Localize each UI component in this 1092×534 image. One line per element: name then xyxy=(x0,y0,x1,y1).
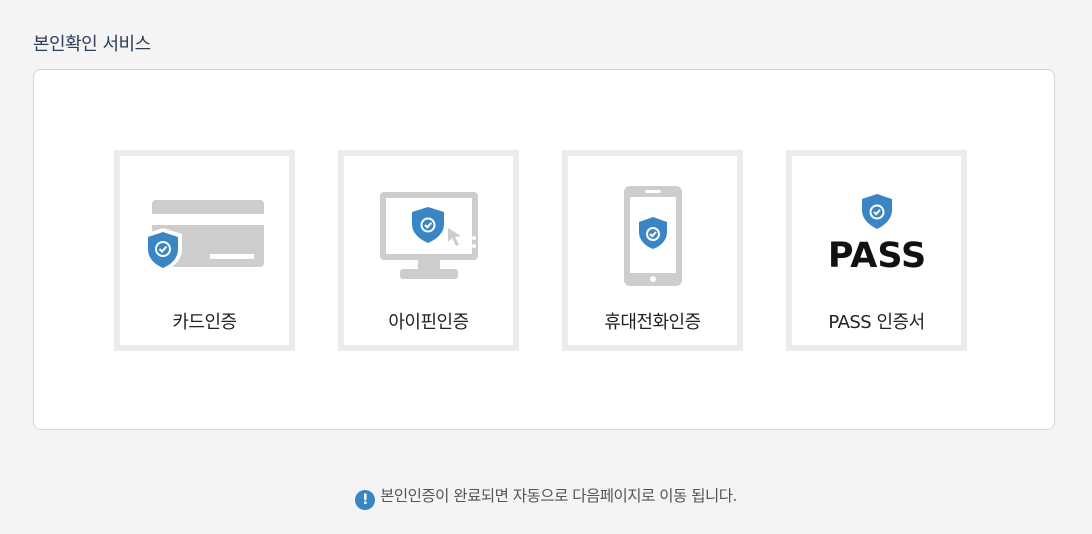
pass-certificate-option[interactable]: PASS PASS 인증서 xyxy=(786,150,967,351)
exclamation-circle-icon: ! xyxy=(355,490,376,510)
ipin-verification-option[interactable]: 아이핀인증 xyxy=(338,150,519,351)
phone-verification-option[interactable]: 휴대전화인증 xyxy=(562,150,743,351)
smartphone-shield-icon xyxy=(624,186,682,286)
card-verification-option[interactable]: 카드인증 xyxy=(114,150,295,351)
auto-redirect-notice: ! 본인인증이 완료되면 자동으로 다음페이지로 이동 됩니다. xyxy=(0,484,1092,510)
phone-verification-label: 휴대전화인증 xyxy=(604,312,701,333)
credit-card-shield-icon xyxy=(144,200,264,272)
monitor-shield-cursor-icon xyxy=(380,192,478,279)
pass-logo-shield-icon: PASS xyxy=(828,194,926,276)
identity-verification-page: 본인확인 서비스 카드인증 아이핀인증 휴대전화인증 PASS PASS 인증서… xyxy=(0,0,1092,534)
pass-certificate-label: PASS 인증서 xyxy=(828,312,925,333)
section-title: 본인확인 서비스 xyxy=(33,34,151,55)
notice-text: 본인인증이 완료되면 자동으로 다음페이지로 이동 됩니다. xyxy=(380,487,737,505)
card-verification-label: 카드인증 xyxy=(172,312,237,333)
pass-logo-text: PASS xyxy=(828,236,926,276)
ipin-verification-label: 아이핀인증 xyxy=(388,312,469,333)
